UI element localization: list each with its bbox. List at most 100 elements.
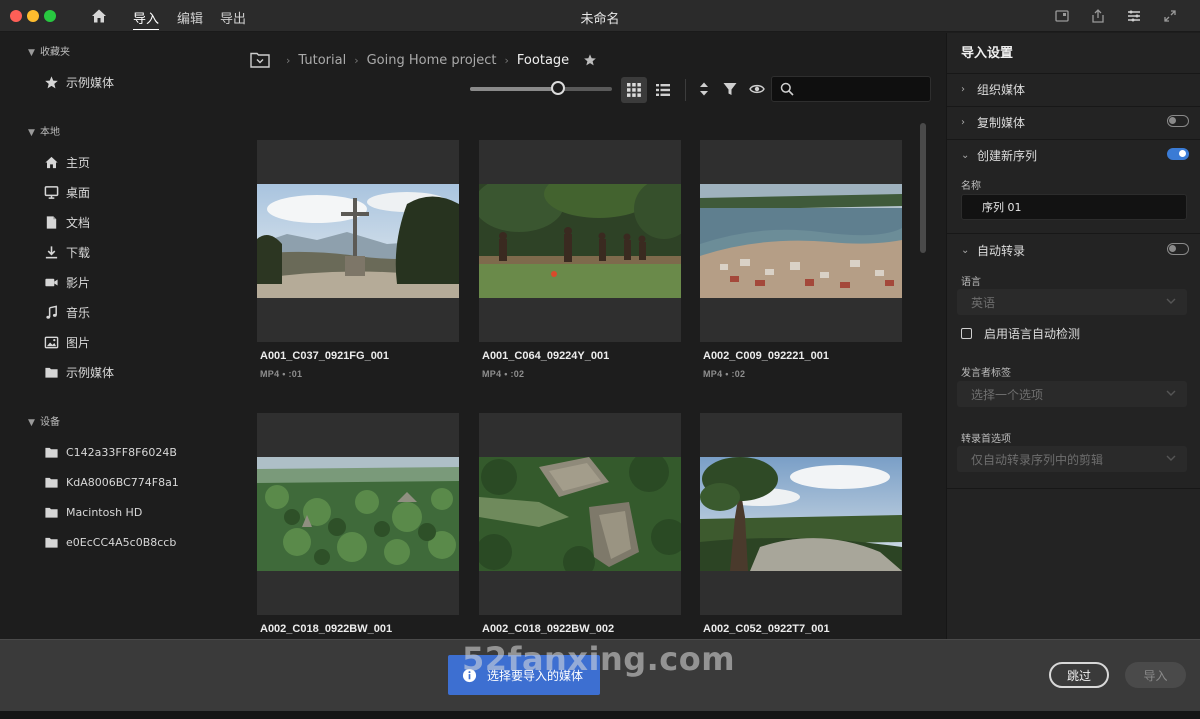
chevron-down-icon: ▼ — [28, 418, 35, 428]
sidebar-item-label: KdA8006BC774F8a1 — [66, 475, 179, 489]
search-input[interactable] — [800, 80, 926, 98]
chevron-down-icon — [1166, 390, 1176, 396]
media-item[interactable]: A002_C018_0922BW_001 — [257, 413, 459, 635]
folder-dropdown-icon[interactable] — [250, 51, 270, 69]
media-name: A002_C009_092221_001 — [703, 350, 830, 362]
import-button[interactable]: 导入 — [1125, 662, 1186, 688]
home-icon[interactable] — [90, 7, 108, 25]
auto-transcribe-toggle[interactable] — [1167, 243, 1189, 255]
media-meta: MP4 • :01 — [260, 369, 303, 379]
minimize-window-button[interactable] — [27, 10, 39, 22]
sort-icon[interactable] — [696, 81, 712, 97]
close-window-button[interactable] — [10, 10, 22, 22]
section-label: 创建新序列 — [977, 148, 1038, 163]
quick-export-icon[interactable] — [1054, 8, 1070, 24]
create-sequence-toggle[interactable] — [1167, 148, 1189, 160]
tab-edit[interactable]: 编辑 — [177, 8, 203, 27]
auto-transcribe-section[interactable]: ⌄ 自动转录 — [961, 240, 1189, 260]
sidebar-item-movies[interactable]: 影片 — [44, 271, 224, 293]
search-field[interactable] — [771, 76, 931, 102]
grid-view-button[interactable] — [621, 77, 647, 103]
music-icon — [46, 304, 57, 319]
sidebar-item-label: 主页 — [66, 155, 91, 170]
sidebar-item-documents[interactable]: 文档 — [44, 211, 224, 233]
media-tile[interactable] — [700, 140, 902, 342]
sidebar-item-downloads[interactable]: 下载 — [44, 241, 224, 263]
list-icon — [656, 84, 670, 96]
sidebar-item-label: 下载 — [66, 245, 91, 260]
copy-media-section[interactable]: › 复制媒体 — [961, 112, 1189, 132]
panel-title: 导入设置 — [961, 46, 1014, 61]
sidebar-item-home[interactable]: 主页 — [44, 151, 224, 173]
breadcrumb-item-going-home[interactable]: Going Home project — [367, 53, 497, 68]
media-tile[interactable] — [257, 140, 459, 342]
fullscreen-icon[interactable] — [1162, 8, 1178, 24]
sidebar-item-music[interactable]: 音乐 — [44, 301, 224, 323]
media-tile[interactable] — [257, 413, 459, 615]
video-icon — [45, 278, 58, 286]
sidebar-item-pictures[interactable]: 图片 — [44, 331, 224, 353]
footer-bar: 选择要导入的媒体 52fanxing.com 跳过 导入 — [0, 639, 1200, 711]
tab-export[interactable]: 导出 — [220, 8, 246, 27]
devices-section-toggle[interactable]: ▼ 设备 — [28, 413, 60, 428]
sidebar-item-sample-media[interactable]: 示例媒体 — [44, 361, 224, 383]
media-item[interactable]: A002_C052_0922T7_001 — [700, 413, 902, 635]
list-view-button[interactable] — [650, 77, 676, 103]
copy-media-toggle[interactable] — [1167, 115, 1189, 127]
filter-icon[interactable] — [722, 81, 738, 97]
chevron-down-icon: ⌄ — [961, 149, 970, 161]
chevron-right-icon: › — [286, 53, 291, 67]
checkbox-box[interactable] — [961, 327, 972, 339]
breadcrumb-item-tutorial[interactable]: Tutorial — [298, 53, 346, 68]
thumbnail-size-slider[interactable] — [470, 87, 612, 91]
media-browser: › Tutorial › Going Home project › Footag… — [228, 33, 946, 639]
language-select[interactable]: 英语 — [957, 289, 1187, 315]
skip-button[interactable]: 跳过 — [1049, 662, 1109, 688]
media-item[interactable]: A001_C037_0921FG_001 MP4 • :01 — [257, 140, 459, 379]
chevron-down-icon: ▼ — [28, 48, 35, 58]
divider — [947, 73, 1200, 74]
media-tile[interactable] — [479, 413, 681, 615]
chevron-down-icon: ⌄ — [961, 244, 970, 256]
speaker-select[interactable]: 选择一个选项 — [957, 381, 1187, 407]
grid-scrollbar[interactable] — [920, 123, 926, 253]
media-item[interactable]: A002_C009_092221_001 MP4 • :02 — [700, 140, 902, 379]
sidebar-item-device-2[interactable]: KdA8006BC774F8a1 — [44, 471, 224, 493]
media-item[interactable]: A001_C064_09224Y_001 MP4 • :02 — [479, 140, 681, 379]
section-label: 自动转录 — [977, 243, 1026, 258]
media-item[interactable]: A002_C018_0922BW_002 — [479, 413, 681, 635]
tab-import[interactable]: 导入 — [133, 8, 160, 30]
organize-media-section[interactable]: › 组织媒体 — [961, 79, 1189, 99]
sequence-name-input[interactable]: 序列 01 — [961, 194, 1187, 220]
media-tile[interactable] — [700, 413, 902, 615]
grid-icon — [627, 83, 641, 97]
divider — [947, 139, 1200, 140]
create-sequence-section[interactable]: ⌄ 创建新序列 — [961, 145, 1189, 165]
chevron-right-icon: › — [354, 53, 359, 67]
name-label: 名称 — [961, 181, 981, 192]
sidebar-item-device-3[interactable]: Macintosh HD — [44, 501, 224, 523]
eye-icon[interactable] — [749, 81, 765, 97]
media-meta: MP4 • :02 — [482, 369, 525, 379]
transcribe-preference-select[interactable]: 仅自动转录序列中的剪辑 — [957, 446, 1187, 472]
section-label: 组织媒体 — [977, 82, 1026, 97]
zoom-window-button[interactable] — [44, 10, 56, 22]
download-icon — [45, 245, 58, 258]
star-favorite-icon[interactable] — [583, 53, 597, 67]
sidebar-item-label: 桌面 — [66, 185, 91, 200]
workspace-menu-icon[interactable] — [1126, 8, 1142, 24]
sidebar-item-sample-media-favorite[interactable]: 示例媒体 — [44, 71, 224, 93]
share-icon[interactable] — [1090, 8, 1106, 24]
sidebar-item-device-1[interactable]: C142a33FF8F6024B — [44, 441, 224, 463]
folder-icon — [45, 367, 58, 378]
sidebar-item-label: 图片 — [66, 335, 91, 350]
media-grid: A001_C037_0921FG_001 MP4 • :01 A001_C064… — [228, 123, 946, 639]
sidebar-item-desktop[interactable]: 桌面 — [44, 181, 224, 203]
media-tile[interactable] — [479, 140, 681, 342]
sidebar-item-device-4[interactable]: e0EcCC4A5c0B8ccb — [44, 531, 224, 553]
local-section-toggle[interactable]: ▼ 本地 — [28, 123, 60, 138]
auto-detect-language-checkbox[interactable]: 启用语言自动检测 — [961, 324, 1080, 342]
favorites-section-toggle[interactable]: ▼ 收藏夹 — [28, 43, 70, 58]
slider-thumb[interactable] — [551, 81, 565, 95]
media-thumbnail — [479, 457, 681, 571]
